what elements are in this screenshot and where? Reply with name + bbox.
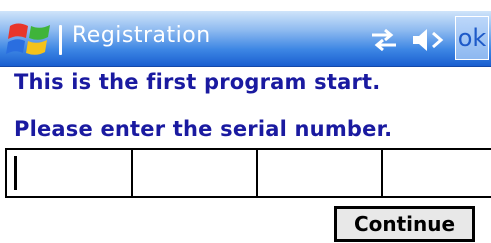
message-first-start: This is the first program start. xyxy=(14,70,381,94)
volume-icon[interactable] xyxy=(410,25,446,55)
title-bar: Registration ok xyxy=(0,11,491,67)
window-title: Registration xyxy=(72,23,211,48)
connectivity-icon[interactable] xyxy=(368,27,400,53)
serial-number-fields xyxy=(5,148,491,198)
serial-field-3[interactable] xyxy=(256,148,383,198)
title-separator xyxy=(59,25,62,55)
serial-field-1[interactable] xyxy=(5,148,133,198)
serial-field-4[interactable] xyxy=(381,148,491,198)
message-enter-serial: Please enter the serial number. xyxy=(14,117,393,141)
continue-button[interactable]: Continue xyxy=(334,206,475,242)
serial-field-2[interactable] xyxy=(131,148,258,198)
ok-button[interactable]: ok xyxy=(455,16,489,60)
text-cursor xyxy=(14,156,17,190)
windows-start-icon[interactable] xyxy=(6,18,54,60)
